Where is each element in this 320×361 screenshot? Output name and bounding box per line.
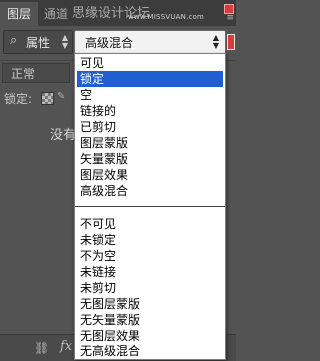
filter-attribute-value: 高级混合	[85, 36, 134, 50]
filter-kind-select[interactable]: ⌕ 属性 ▲ ▼	[3, 30, 73, 54]
dropdown-item-invisible[interactable]: 不可见	[77, 216, 223, 232]
dropdown-item-no-layer-mask[interactable]: 无图层蒙版	[77, 296, 223, 312]
filter-attribute-select[interactable]: 高级混合 ▲ ▼	[74, 30, 226, 54]
dropdown-item-visible[interactable]: 可见	[77, 55, 223, 71]
lock-pixels-icon[interactable]: ✎	[57, 91, 65, 102]
fx-icon[interactable]: fx	[60, 339, 72, 354]
filter-kind-label: 属性	[26, 36, 51, 50]
empty-layers-message: 没有	[50, 128, 77, 143]
dropdown-item-no-layer-effects[interactable]: 无图层效果	[77, 328, 223, 344]
attribute-dropdown-list[interactable]: 可见 锁定 空 链接的 已剪切 图层蒙版 矢量蒙版 图层效果 高级混合 不可见 …	[74, 53, 226, 360]
dropdown-item-layer-effects[interactable]: 图层效果	[77, 167, 223, 183]
dropdown-item-unlinked[interactable]: 未链接	[77, 264, 223, 280]
filter-toggle-switch[interactable]	[227, 34, 235, 50]
layer-filter-row: ⌕ 属性 ▲ ▼ 高级混合 ▲ ▼	[0, 30, 236, 54]
dropdown-item-unlocked[interactable]: 未锁定	[77, 232, 223, 248]
lock-transparency-icon[interactable]	[41, 92, 54, 105]
dropdown-item-layer-mask[interactable]: 图层蒙版	[77, 135, 223, 151]
chevron-updown-icon: ▲ ▼	[212, 33, 219, 50]
panel-menu-icon[interactable]: ≡	[226, 14, 234, 23]
dropdown-item-no-advanced-blending[interactable]: 无高级混合	[77, 344, 223, 358]
watermark-url: www.MISSVUAN.com	[128, 13, 205, 21]
blend-mode-value: 正常	[11, 67, 36, 81]
dropdown-item-not-empty[interactable]: 不为空	[77, 248, 223, 264]
chevron-updown-icon: ▲ ▼	[61, 33, 68, 50]
tab-channels[interactable]: 通道	[44, 2, 74, 26]
dropdown-item-no-vector-mask[interactable]: 无矢量蒙版	[77, 312, 223, 328]
blend-mode-select[interactable]: 正常	[2, 63, 70, 83]
dropdown-item-linked[interactable]: 链接的	[77, 103, 223, 119]
panel-tab-bar: 图层 通道 思缘设计论坛 www.MISSVUAN.com ≡	[0, 0, 236, 26]
dropdown-item-vector-mask[interactable]: 矢量蒙版	[77, 151, 223, 167]
dropdown-separator	[75, 206, 225, 207]
tab-layers[interactable]: 图层	[0, 2, 38, 26]
dropdown-item-unclipped[interactable]: 未剪切	[77, 280, 223, 296]
dropdown-item-empty[interactable]: 空	[77, 87, 223, 103]
dropdown-item-locked[interactable]: 锁定	[77, 71, 223, 87]
search-icon: ⌕	[10, 33, 18, 48]
dropdown-item-advanced-blending[interactable]: 高级混合	[77, 183, 223, 199]
link-icon[interactable]: ⛓	[34, 341, 49, 355]
lock-label: 锁定:	[4, 92, 33, 106]
dropdown-item-clipped[interactable]: 已剪切	[77, 119, 223, 135]
